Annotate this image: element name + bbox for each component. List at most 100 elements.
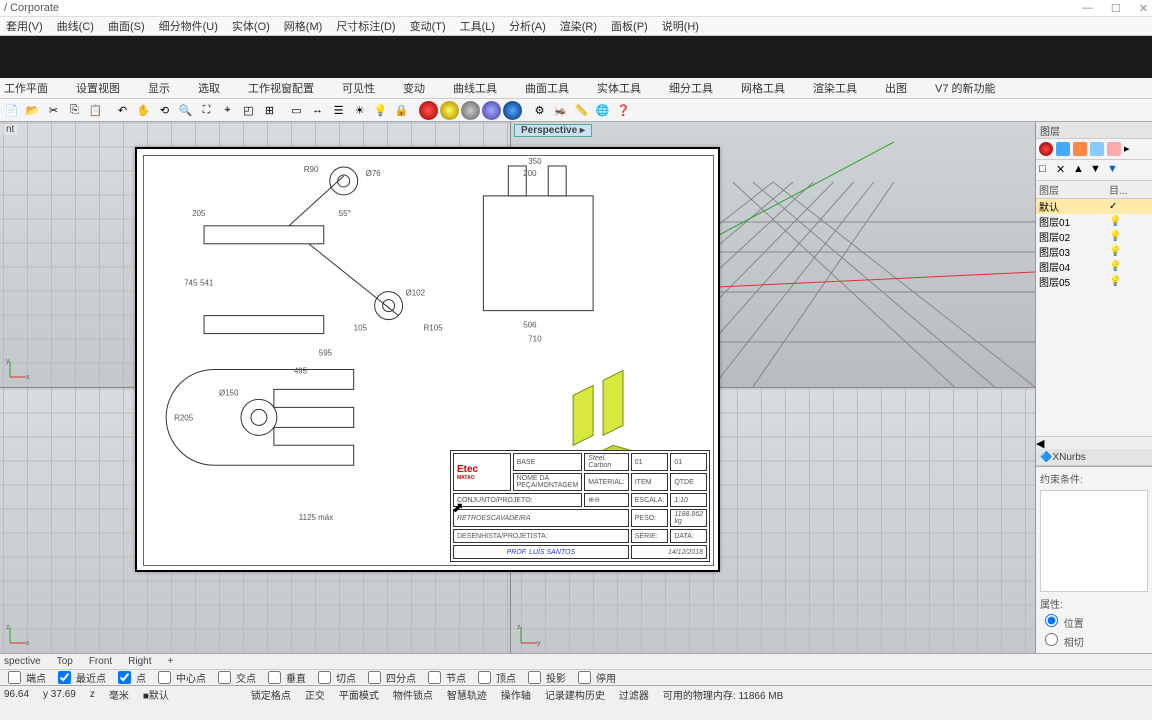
material-icon[interactable] bbox=[1039, 142, 1053, 156]
zoom-ext-icon[interactable]: ⛶ bbox=[197, 101, 216, 120]
views-icon[interactable]: ⊞ bbox=[260, 101, 279, 120]
layer-row[interactable]: 默认 bbox=[1036, 199, 1106, 215]
status-toggle[interactable]: 操作轴 bbox=[501, 687, 531, 702]
ribbon-tab[interactable]: 实体工具 bbox=[597, 80, 641, 96]
ribbon-tab[interactable]: 渲染工具 bbox=[813, 80, 857, 96]
measure-icon[interactable]: 📏 bbox=[572, 101, 591, 120]
opts-icon[interactable]: ⚙ bbox=[530, 101, 549, 120]
undo-icon[interactable]: ↶ bbox=[113, 101, 132, 120]
down-icon[interactable]: ▼ bbox=[1090, 163, 1104, 177]
xray-icon[interactable] bbox=[503, 101, 522, 120]
pos-radio[interactable]: 位置 bbox=[1040, 619, 1084, 630]
ribbon-tab[interactable]: 设置视图 bbox=[76, 80, 120, 96]
menu-item[interactable]: 网格(M) bbox=[284, 18, 323, 34]
del-layer-icon[interactable]: ✕ bbox=[1056, 163, 1070, 177]
new-icon[interactable]: 📄 bbox=[2, 101, 21, 120]
zoom-icon[interactable]: 🔍 bbox=[176, 101, 195, 120]
zoom-win-icon[interactable]: ◰ bbox=[239, 101, 258, 120]
layers-icon[interactable]: ☰ bbox=[329, 101, 348, 120]
layer-icon[interactable] bbox=[1056, 142, 1070, 156]
menu-item[interactable]: 面板(P) bbox=[611, 18, 648, 34]
osnap-停用[interactable]: 停用 bbox=[574, 668, 616, 687]
wire-icon[interactable] bbox=[461, 101, 480, 120]
layer-list[interactable]: 图层目... 默认✓ 图层01💡 图层02💡 图层03💡 图层04💡 图层05💡 bbox=[1036, 181, 1152, 289]
layer-row[interactable]: 图层01 bbox=[1036, 214, 1106, 229]
menu-item[interactable]: 分析(A) bbox=[509, 18, 546, 34]
panel-scroll[interactable]: ◀ bbox=[1036, 436, 1152, 449]
menu-item[interactable]: 曲面(S) bbox=[108, 18, 145, 34]
layer-row[interactable]: 图层05 bbox=[1036, 274, 1106, 289]
minimize-icon[interactable]: — bbox=[1082, 2, 1093, 15]
render-icon[interactable] bbox=[1090, 142, 1104, 156]
current-layer[interactable]: ■默认 bbox=[143, 687, 183, 702]
view-tab[interactable]: Front bbox=[89, 656, 112, 667]
filter-icon[interactable]: ▼ bbox=[1107, 163, 1121, 177]
pan-icon[interactable]: ✋ bbox=[134, 101, 153, 120]
panel-header[interactable]: 图层 bbox=[1036, 122, 1152, 139]
osnap-节点[interactable]: 节点 bbox=[424, 668, 466, 687]
xnurbs-header[interactable]: 🔷XNurbs bbox=[1036, 449, 1152, 466]
open-icon[interactable]: 📂 bbox=[23, 101, 42, 120]
menu-item[interactable]: 尺寸标注(D) bbox=[336, 18, 395, 34]
menu-item[interactable]: 变动(T) bbox=[410, 18, 446, 34]
status-toggle[interactable]: 物件锁点 bbox=[393, 687, 433, 702]
help-icon[interactable]: ❓ bbox=[614, 101, 633, 120]
render-icon[interactable] bbox=[419, 101, 438, 120]
view-tab[interactable]: Right bbox=[128, 656, 151, 667]
display-icon[interactable] bbox=[1107, 142, 1121, 156]
light-icon[interactable]: 💡 bbox=[371, 101, 390, 120]
menu-item[interactable]: 说明(H) bbox=[662, 18, 699, 34]
menu-item[interactable]: 细分物件(U) bbox=[159, 18, 218, 34]
ribbon-tab[interactable]: 曲面工具 bbox=[525, 80, 569, 96]
view-tab[interactable]: spective bbox=[4, 656, 41, 667]
ribbon-tab[interactable]: V7 的新功能 bbox=[935, 80, 996, 96]
shade-icon[interactable] bbox=[440, 101, 459, 120]
ribbon-tab[interactable]: 细分工具 bbox=[669, 80, 713, 96]
menu-item[interactable]: 曲线(C) bbox=[57, 18, 94, 34]
add-view-icon[interactable]: + bbox=[168, 656, 174, 667]
cut-icon[interactable]: ✂ bbox=[44, 101, 63, 120]
lock-icon[interactable]: 🔒 bbox=[392, 101, 411, 120]
status-toggle[interactable]: 正交 bbox=[305, 687, 325, 702]
ribbon-tab[interactable]: 工作视窗配置 bbox=[248, 80, 314, 96]
osnap-端点[interactable]: 端点 bbox=[4, 668, 46, 687]
globe-icon[interactable]: 🌐 bbox=[593, 101, 612, 120]
osnap-垂直[interactable]: 垂直 bbox=[264, 668, 306, 687]
view-tab[interactable]: Top bbox=[57, 656, 73, 667]
ribbon-tab[interactable]: 出图 bbox=[885, 80, 907, 96]
paste-icon[interactable]: 📋 bbox=[86, 101, 105, 120]
ribbon-tab[interactable]: 可见性 bbox=[342, 80, 375, 96]
layer-row[interactable]: 图层02 bbox=[1036, 229, 1106, 244]
constraint-box[interactable] bbox=[1040, 490, 1148, 592]
osnap-最近点[interactable]: 最近点 bbox=[54, 668, 106, 687]
status-toggle[interactable]: 记录建构历史 bbox=[545, 687, 605, 702]
osnap-投影[interactable]: 投影 bbox=[524, 668, 566, 687]
rotate-icon[interactable]: ⟲ bbox=[155, 101, 174, 120]
tan-radio[interactable]: 相切 bbox=[1040, 638, 1084, 649]
viewport-label[interactable]: nt bbox=[3, 124, 17, 135]
new-layer-icon[interactable]: □ bbox=[1039, 163, 1053, 177]
status-toggle[interactable]: 锁定格点 bbox=[251, 687, 291, 702]
nudge-icon[interactable]: ↔ bbox=[308, 101, 327, 120]
status-toggle[interactable]: 平面模式 bbox=[339, 687, 379, 702]
sun-icon[interactable]: ☀ bbox=[350, 101, 369, 120]
osnap-点[interactable]: 点 bbox=[114, 668, 146, 687]
ribbon-tab[interactable]: 网格工具 bbox=[741, 80, 785, 96]
status-toggle[interactable]: 智慧轨迹 bbox=[447, 687, 487, 702]
osnap-中心点[interactable]: 中心点 bbox=[154, 668, 206, 687]
props-icon[interactable] bbox=[1073, 142, 1087, 156]
ribbon-tab[interactable]: 显示 bbox=[148, 80, 170, 96]
osnap-四分点[interactable]: 四分点 bbox=[364, 668, 416, 687]
zoom-sel-icon[interactable]: ⌖ bbox=[218, 101, 237, 120]
osnap-顶点[interactable]: 顶点 bbox=[474, 668, 516, 687]
ribbon-tab[interactable]: 曲线工具 bbox=[453, 80, 497, 96]
ribbon-tab[interactable]: 选取 bbox=[198, 80, 220, 96]
grasshopper-icon[interactable]: 🦗 bbox=[551, 101, 570, 120]
menu-item[interactable]: 渲染(R) bbox=[560, 18, 597, 34]
layer-row[interactable]: 图层03 bbox=[1036, 244, 1106, 259]
viewport-label-active[interactable]: Perspective ▸ bbox=[514, 124, 592, 137]
more-icon[interactable]: ▸ bbox=[1124, 142, 1138, 156]
menu-item[interactable]: 套用(V) bbox=[6, 18, 43, 34]
copy-icon[interactable]: ⎘ bbox=[65, 101, 84, 120]
ribbon-tab[interactable]: 变动 bbox=[403, 80, 425, 96]
